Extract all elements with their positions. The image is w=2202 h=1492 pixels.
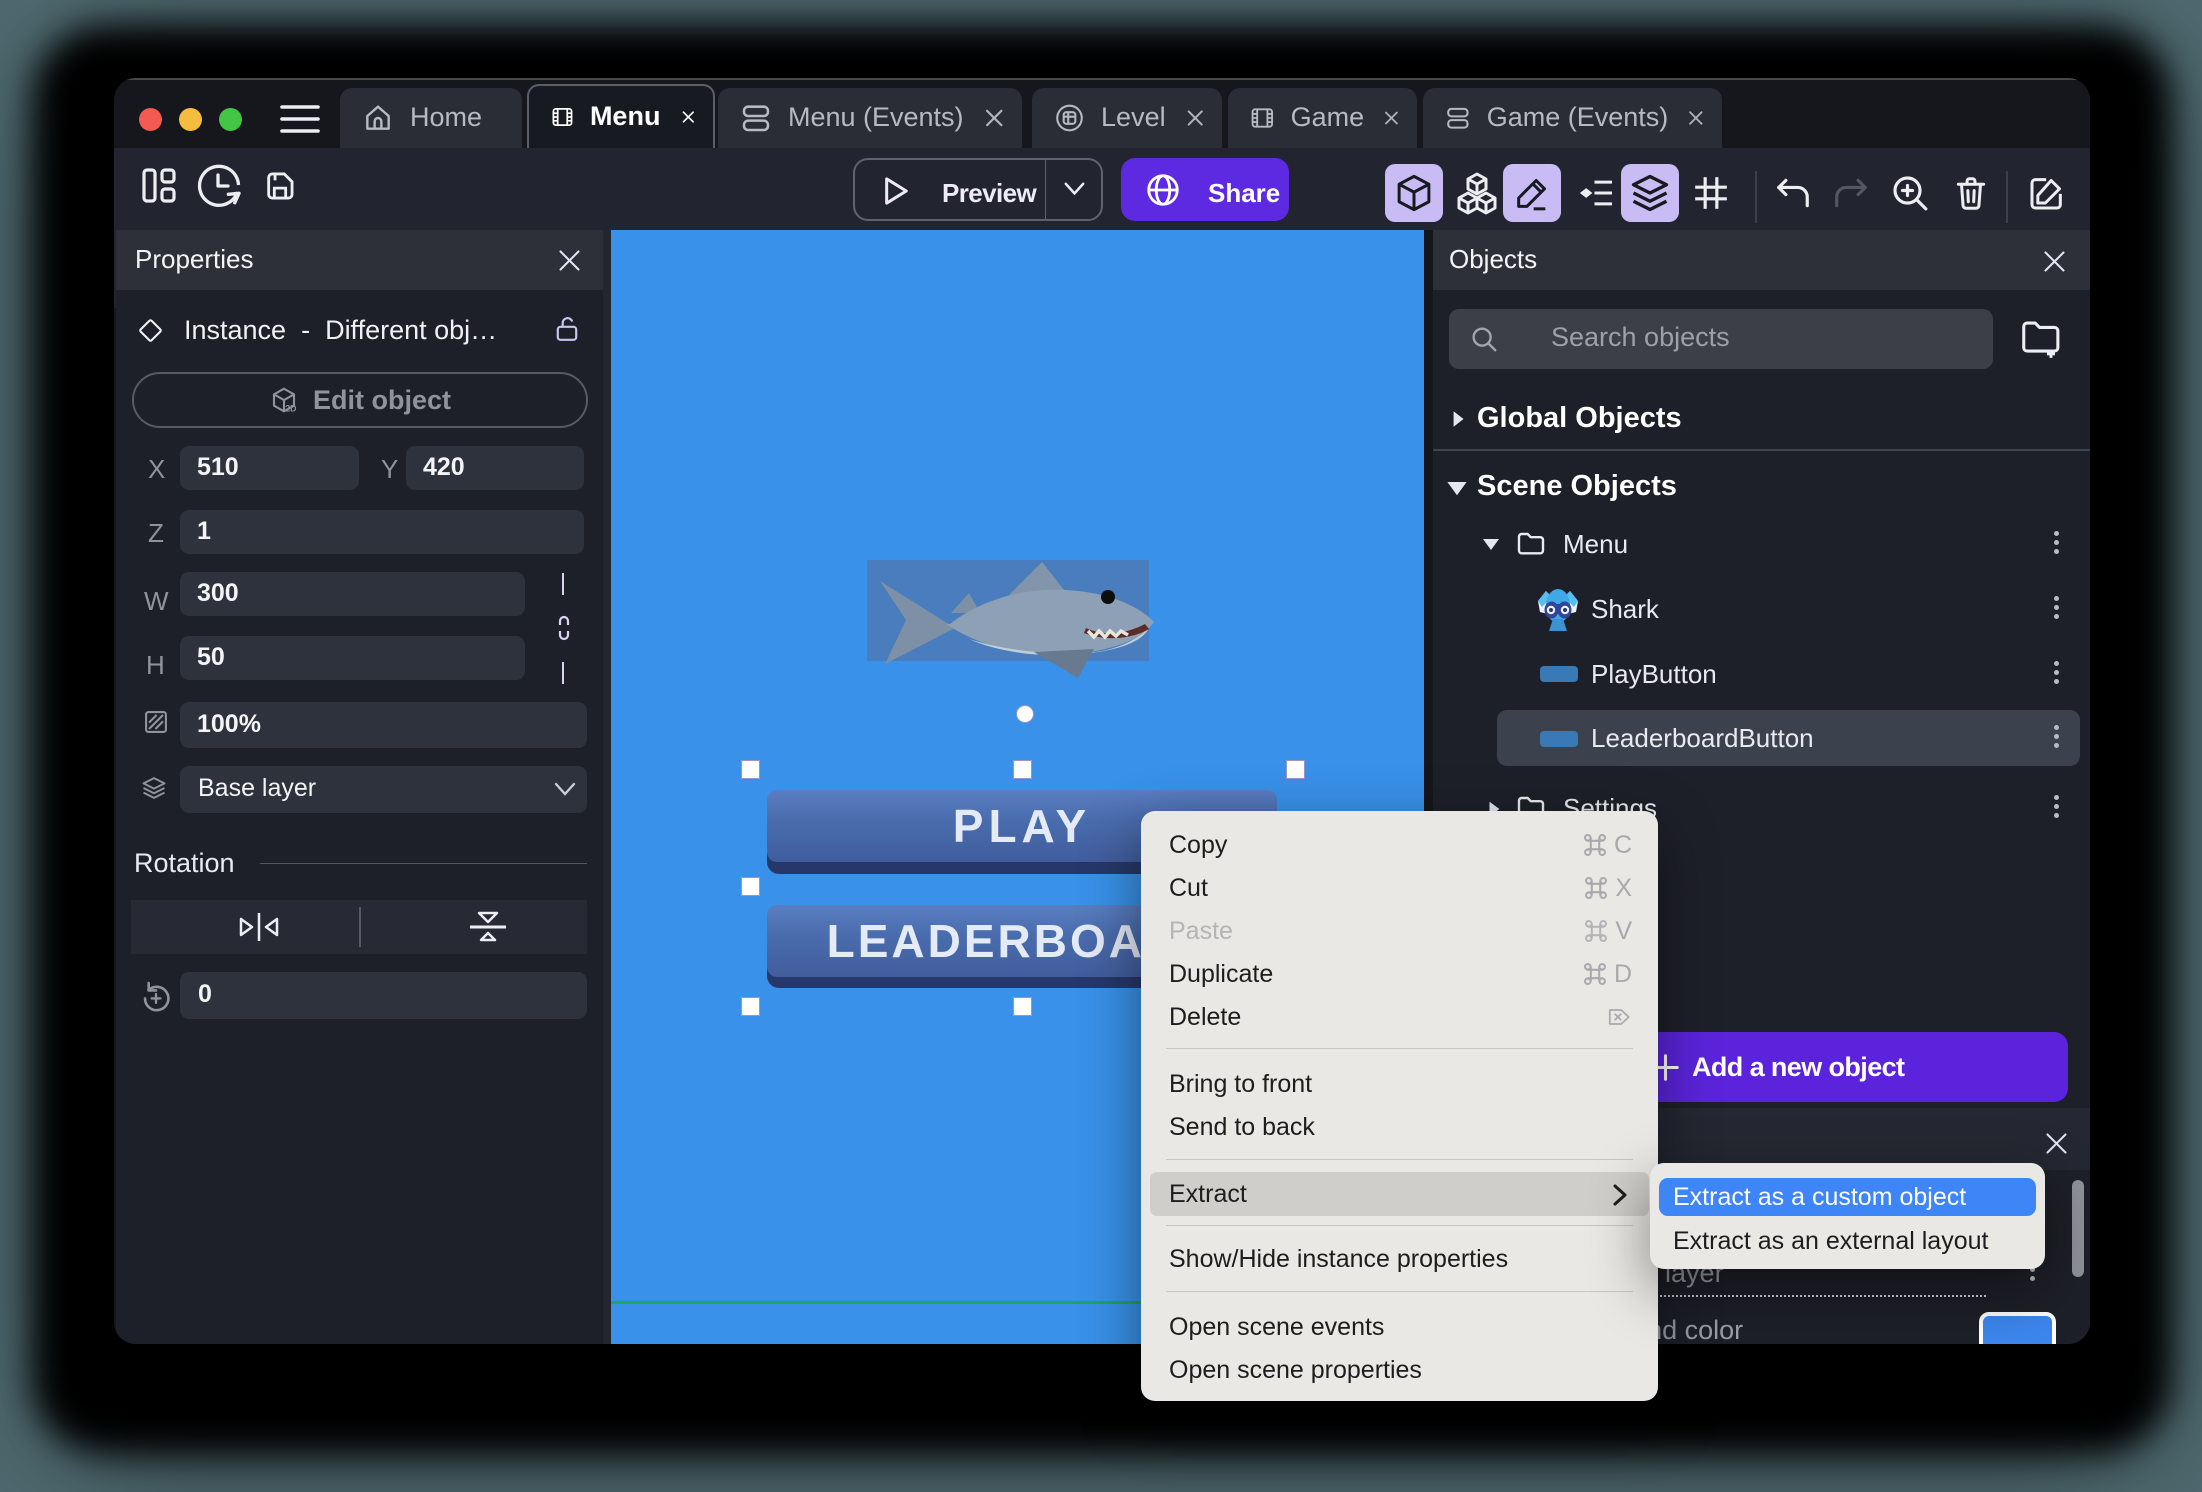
- svg-text:2D: 2D: [285, 403, 296, 413]
